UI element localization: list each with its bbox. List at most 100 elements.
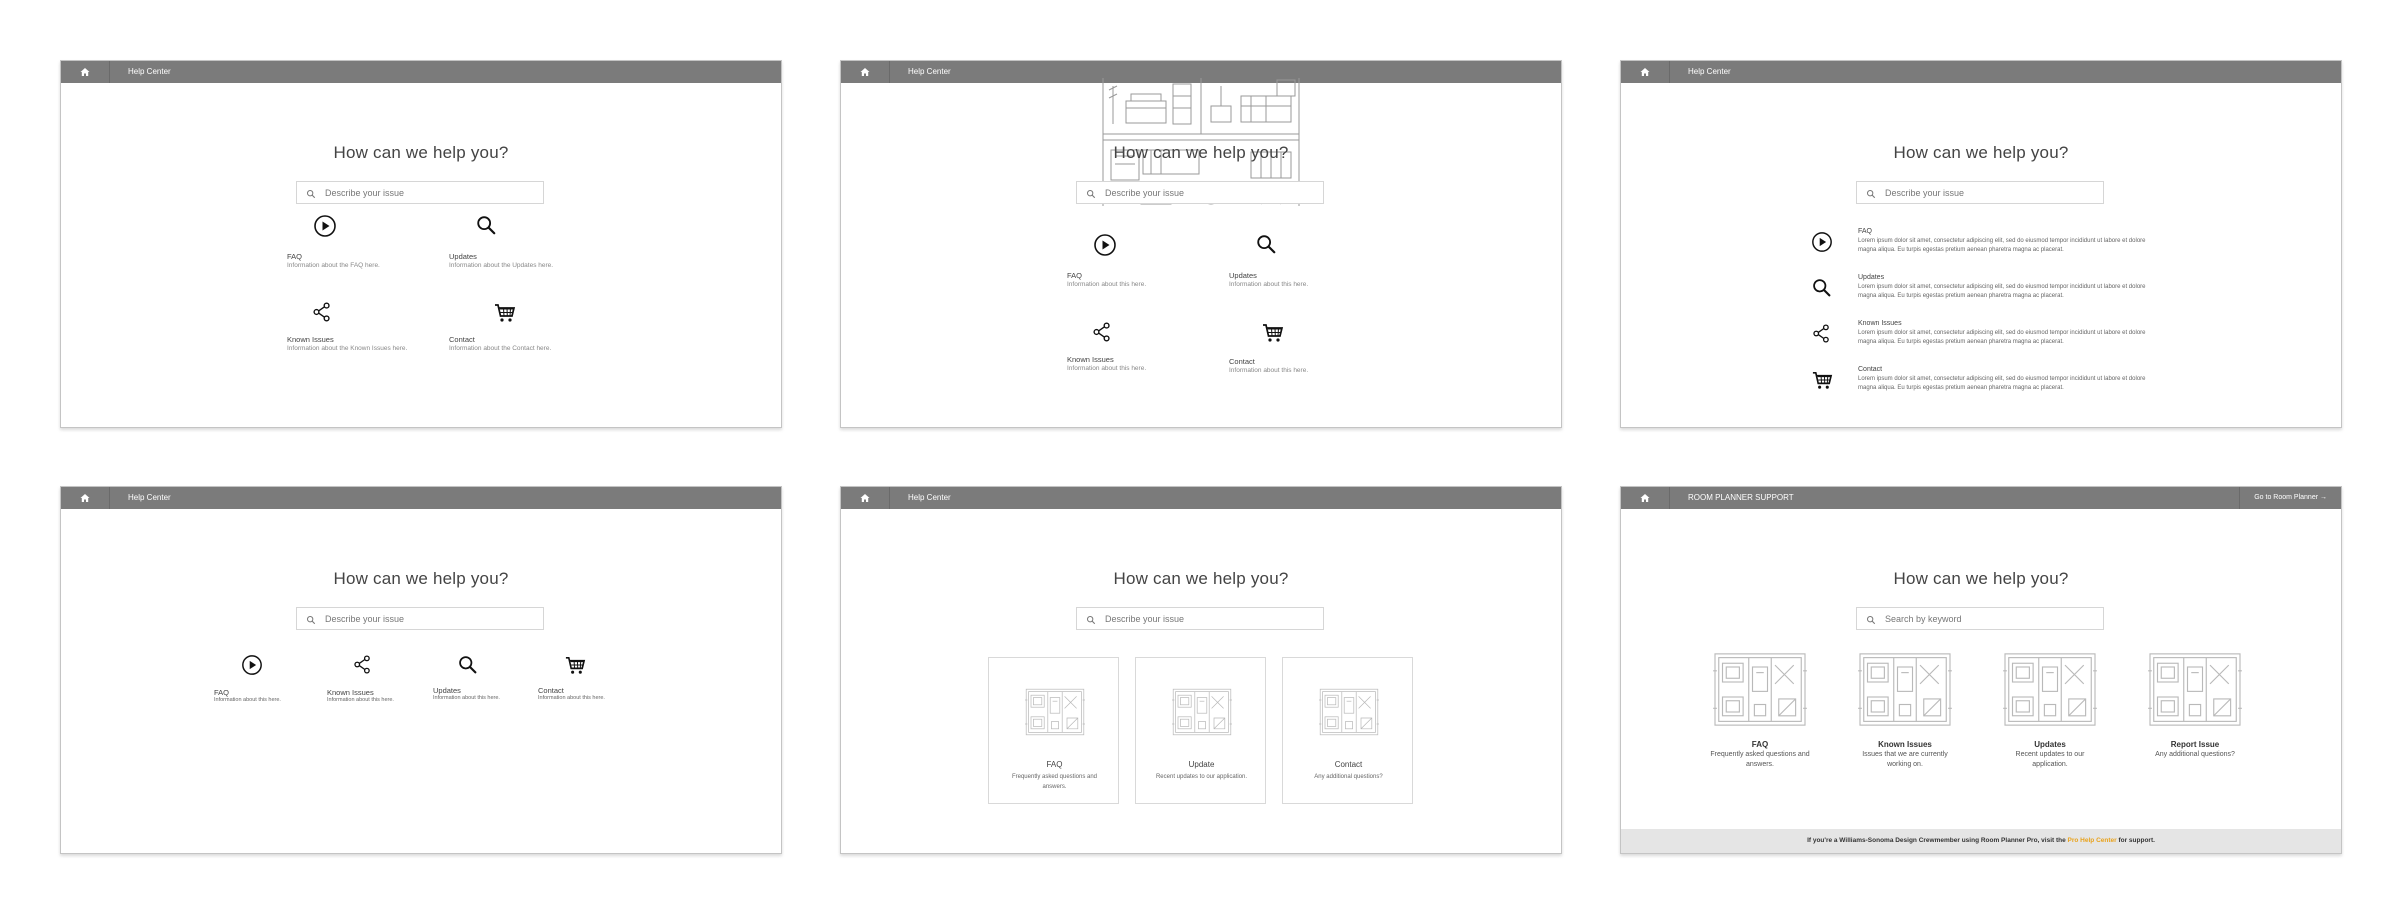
tile-title: Contact (449, 335, 475, 344)
top-bar: ROOM PLANNER SUPPORT Go to Room Planner … (1621, 487, 2341, 509)
card-title: FAQ (1046, 760, 1063, 769)
tile-desc: Information about this here. (1067, 281, 1147, 288)
tile-desc: Information about this here. (538, 695, 605, 701)
play-icon (313, 214, 337, 238)
home-button[interactable] (61, 487, 110, 509)
page-headline: How can we help you? (333, 569, 509, 588)
search-icon (457, 654, 478, 675)
tile-title: Updates (2034, 740, 2066, 749)
tile-desc: Issues that we are currently working on. (1862, 751, 1948, 768)
home-icon (1640, 67, 1650, 77)
bar-title: Help Center (128, 493, 171, 502)
share-icon (311, 301, 333, 323)
bar-title: ROOM PLANNER SUPPORT (1688, 493, 1794, 502)
tile-title: Known Issues (287, 335, 334, 344)
bar-title: Help Center (908, 493, 951, 502)
home-icon (80, 67, 90, 77)
card-desc: Recent updates to our application. (1155, 774, 1248, 780)
floor-plan-icon (1318, 688, 1380, 736)
search-placeholder: Describe your issue (325, 188, 405, 198)
bar-title: Help Center (908, 67, 951, 76)
search-icon (306, 189, 316, 199)
bar-title: Help Center (128, 67, 171, 76)
top-bar: Help Center (1621, 61, 2341, 83)
floor-plan-icon (1171, 688, 1233, 736)
row-desc: Lorem ipsum dolor sit amet, consectetur … (1858, 330, 2146, 345)
room-planner-support-mockup: ROOM PLANNER SUPPORT Go to Room Planner … (1620, 486, 2342, 854)
tile-desc: Information about the Contact here. (449, 345, 552, 352)
home-button[interactable] (1621, 61, 1670, 83)
tile-title: FAQ (1751, 740, 1769, 749)
card-faq[interactable]: FAQ Frequently asked questions and answe… (988, 657, 1119, 804)
help-center-mockup-3: Help Center How can we help you? Describ… (1620, 60, 2342, 428)
tile-desc: Information about this here. (1229, 281, 1309, 288)
pro-help-center-link[interactable]: Pro Help Center (2068, 837, 2117, 844)
card-title: Contact (1334, 760, 1363, 769)
floor-plan-icon (1024, 688, 1086, 736)
search-input[interactable]: Describe your issue (1076, 607, 1324, 630)
tile-desc: Information about the Known Issues here. (287, 345, 408, 352)
tile-desc: Frequently asked questions and answers. (1710, 751, 1810, 768)
search-placeholder: Describe your issue (325, 614, 405, 624)
search-input[interactable]: Describe your issue (296, 181, 544, 204)
search-placeholder: Describe your issue (1105, 614, 1185, 624)
share-icon (1811, 323, 1832, 344)
tile-title: Contact (1229, 357, 1255, 366)
help-center-mockup-1: Help Center How can we help you? Describ… (60, 60, 782, 428)
search-icon (1086, 615, 1096, 625)
tile-title: Known Issues (1067, 355, 1114, 364)
home-icon (80, 493, 90, 503)
search-icon (1086, 189, 1096, 199)
top-bar: Help Center (841, 487, 1561, 509)
row-title: Known Issues (1858, 320, 1902, 327)
tile-title: Contact (538, 686, 564, 695)
floor-plan-icon (1712, 652, 1808, 727)
card-update[interactable]: Update Recent updates to our application… (1135, 657, 1266, 804)
tile-desc: Any additional questions? (2155, 751, 2235, 758)
search-icon (1866, 615, 1876, 625)
search-placeholder: Describe your issue (1105, 188, 1185, 198)
search-input[interactable]: Describe your issue (296, 607, 544, 630)
home-button[interactable] (61, 61, 110, 83)
home-button[interactable] (841, 487, 890, 509)
home-icon (1640, 493, 1650, 503)
share-icon (352, 654, 373, 675)
share-icon (1091, 321, 1113, 343)
card-desc: Any additional questions? (1314, 774, 1383, 780)
tile-title: Report Issue (2170, 740, 2220, 749)
search-icon (475, 214, 497, 236)
search-input[interactable]: Search by keyword (1856, 607, 2104, 630)
search-placeholder: Describe your issue (1885, 188, 1965, 198)
tile-desc: Information about this here. (1067, 365, 1147, 372)
help-center-mockup-4: Help Center How can we help you? Describ… (60, 486, 782, 854)
page-headline: How can we help you? (333, 143, 509, 162)
tile-desc: Information about this here. (214, 697, 281, 703)
search-icon (306, 615, 316, 625)
row-desc: Lorem ipsum dolor sit amet, consectetur … (1858, 238, 2146, 253)
tile-title: Updates (449, 252, 477, 261)
row-title: Contact (1858, 366, 1883, 373)
home-button[interactable] (1621, 487, 1670, 509)
floor-plan-icon (2147, 652, 2243, 727)
tile-title: Known Issues (327, 688, 374, 697)
footer-text-post: for support. (2116, 837, 2155, 844)
tile-desc: Information about this here. (327, 697, 394, 703)
card-desc: Frequently asked questions and answers. (1011, 774, 1098, 790)
tile-title: Updates (1229, 271, 1257, 280)
footer-notice: If you're a Williams-Sonoma Design Crewm… (1621, 829, 2341, 853)
home-button[interactable] (841, 61, 890, 83)
go-to-room-planner-link[interactable]: Go to Room Planner → (2239, 487, 2341, 509)
card-title: Update (1188, 760, 1215, 769)
search-icon (1811, 277, 1832, 298)
card-contact[interactable]: Contact Any additional questions? (1282, 657, 1413, 804)
top-bar: Help Center (61, 487, 781, 509)
search-icon (1866, 189, 1876, 199)
search-icon (1255, 233, 1277, 255)
tile-title: FAQ (214, 688, 230, 697)
cart-icon (1261, 321, 1285, 345)
row-title: FAQ (1858, 228, 1873, 235)
search-input[interactable]: Describe your issue (1076, 181, 1324, 204)
page-headline: How can we help you? (1113, 143, 1289, 162)
tile-title: FAQ (287, 252, 303, 261)
search-input[interactable]: Describe your issue (1856, 181, 2104, 204)
